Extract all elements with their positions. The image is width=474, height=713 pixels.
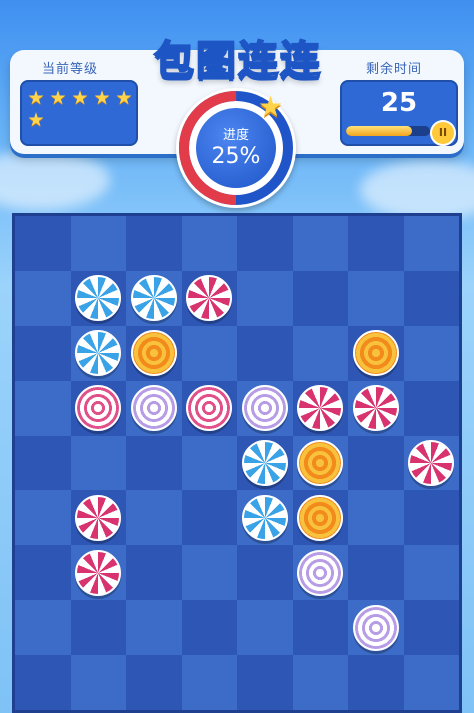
- star-icon: ★: [258, 90, 284, 123]
- board-cell[interactable]: [292, 600, 348, 656]
- time-bar-fill: [346, 126, 412, 136]
- board-cell[interactable]: [126, 435, 182, 491]
- board-cell[interactable]: [237, 216, 293, 271]
- purple-swirl-candy[interactable]: [130, 385, 177, 432]
- pink-candy[interactable]: [75, 549, 122, 596]
- blue-candy[interactable]: [241, 440, 288, 486]
- orange-candy[interactable]: [297, 494, 344, 541]
- board-cell[interactable]: [15, 600, 71, 656]
- board-cell[interactable]: [126, 655, 182, 710]
- board-cell[interactable]: [15, 490, 71, 546]
- board-cell[interactable]: [403, 655, 459, 710]
- board-cell[interactable]: [348, 545, 404, 601]
- orange-candy[interactable]: [130, 330, 177, 377]
- board-cell[interactable]: [70, 655, 126, 710]
- board-cell[interactable]: [348, 270, 404, 326]
- blue-candy[interactable]: [241, 494, 288, 541]
- board-cell[interactable]: [181, 490, 237, 546]
- board-cell[interactable]: [126, 490, 182, 546]
- time-value: 25: [380, 88, 418, 118]
- board-cell[interactable]: [292, 270, 348, 326]
- board-cell[interactable]: [70, 600, 126, 656]
- board-cell[interactable]: [70, 435, 126, 491]
- board-cell[interactable]: [348, 435, 404, 491]
- board-cell[interactable]: [237, 270, 293, 326]
- board-cell[interactable]: [237, 545, 293, 601]
- board-cell[interactable]: [348, 655, 404, 710]
- board-cell[interactable]: [292, 216, 348, 271]
- level-star-icon: ★: [93, 87, 111, 109]
- level-label: 当前等级: [42, 62, 99, 77]
- orange-candy[interactable]: [352, 330, 399, 377]
- pink-candy[interactable]: [75, 494, 122, 541]
- board-cell[interactable]: [181, 435, 237, 491]
- board-cell[interactable]: [15, 270, 71, 326]
- board-cell[interactable]: [237, 600, 293, 656]
- game-title: 包图连连: [153, 37, 322, 85]
- board-cell[interactable]: [403, 490, 459, 546]
- board-cell[interactable]: [181, 545, 237, 601]
- board-cell[interactable]: [181, 325, 237, 381]
- board-cell[interactable]: [70, 216, 126, 271]
- board-cell[interactable]: [15, 545, 71, 601]
- blue-candy[interactable]: [130, 275, 177, 322]
- board-cell[interactable]: [237, 655, 293, 710]
- level-star-icon: ★: [115, 87, 133, 109]
- progress-label: 进度: [222, 128, 249, 143]
- purple-swirl-candy[interactable]: [352, 604, 399, 651]
- star-row: ★ ★ ★ ★ ★ ★: [26, 88, 136, 130]
- level-star-icon: ★: [27, 109, 45, 131]
- time-label: 剩余时间: [366, 62, 423, 77]
- orange-candy[interactable]: [297, 440, 344, 486]
- purple-swirl-candy[interactable]: [297, 549, 344, 596]
- board-cell[interactable]: [348, 216, 404, 271]
- level-star-icon: ★: [27, 87, 45, 109]
- board-cell[interactable]: [15, 216, 71, 271]
- board-cell[interactable]: [403, 325, 459, 381]
- board-cell[interactable]: [403, 545, 459, 601]
- purple-swirl-candy[interactable]: [241, 385, 288, 432]
- pause-button[interactable]: II: [430, 120, 456, 146]
- pink-candy[interactable]: [352, 385, 399, 432]
- board-cell[interactable]: [292, 325, 348, 381]
- board-cell[interactable]: [181, 216, 237, 271]
- board-cell[interactable]: [15, 655, 71, 710]
- time-box: 25 II: [340, 80, 458, 146]
- board-cell[interactable]: [403, 270, 459, 326]
- board-cell[interactable]: [181, 655, 237, 710]
- board-cell[interactable]: [15, 325, 71, 381]
- pink-candy[interactable]: [408, 440, 455, 486]
- pause-icon: II: [438, 126, 448, 139]
- board-cell[interactable]: [292, 655, 348, 710]
- progress-dial: 进度 25% ★: [176, 88, 296, 208]
- board-cell[interactable]: [181, 600, 237, 656]
- game-board: [12, 213, 462, 713]
- board-cell[interactable]: [126, 600, 182, 656]
- level-stars-box: ★ ★ ★ ★ ★ ★: [20, 80, 138, 146]
- board-cell[interactable]: [403, 380, 459, 436]
- progress-value: 25%: [211, 144, 261, 169]
- board-cell[interactable]: [237, 325, 293, 381]
- board-cell[interactable]: [126, 545, 182, 601]
- level-star-icon: ★: [49, 87, 67, 109]
- board-cell[interactable]: [403, 216, 459, 271]
- time-bar: [346, 126, 430, 136]
- board-cell[interactable]: [348, 490, 404, 546]
- level-star-icon: ★: [71, 87, 89, 109]
- board-cell[interactable]: [15, 435, 71, 491]
- board-cell[interactable]: [403, 600, 459, 656]
- board-cell[interactable]: [15, 380, 71, 436]
- board-cell[interactable]: [126, 216, 182, 271]
